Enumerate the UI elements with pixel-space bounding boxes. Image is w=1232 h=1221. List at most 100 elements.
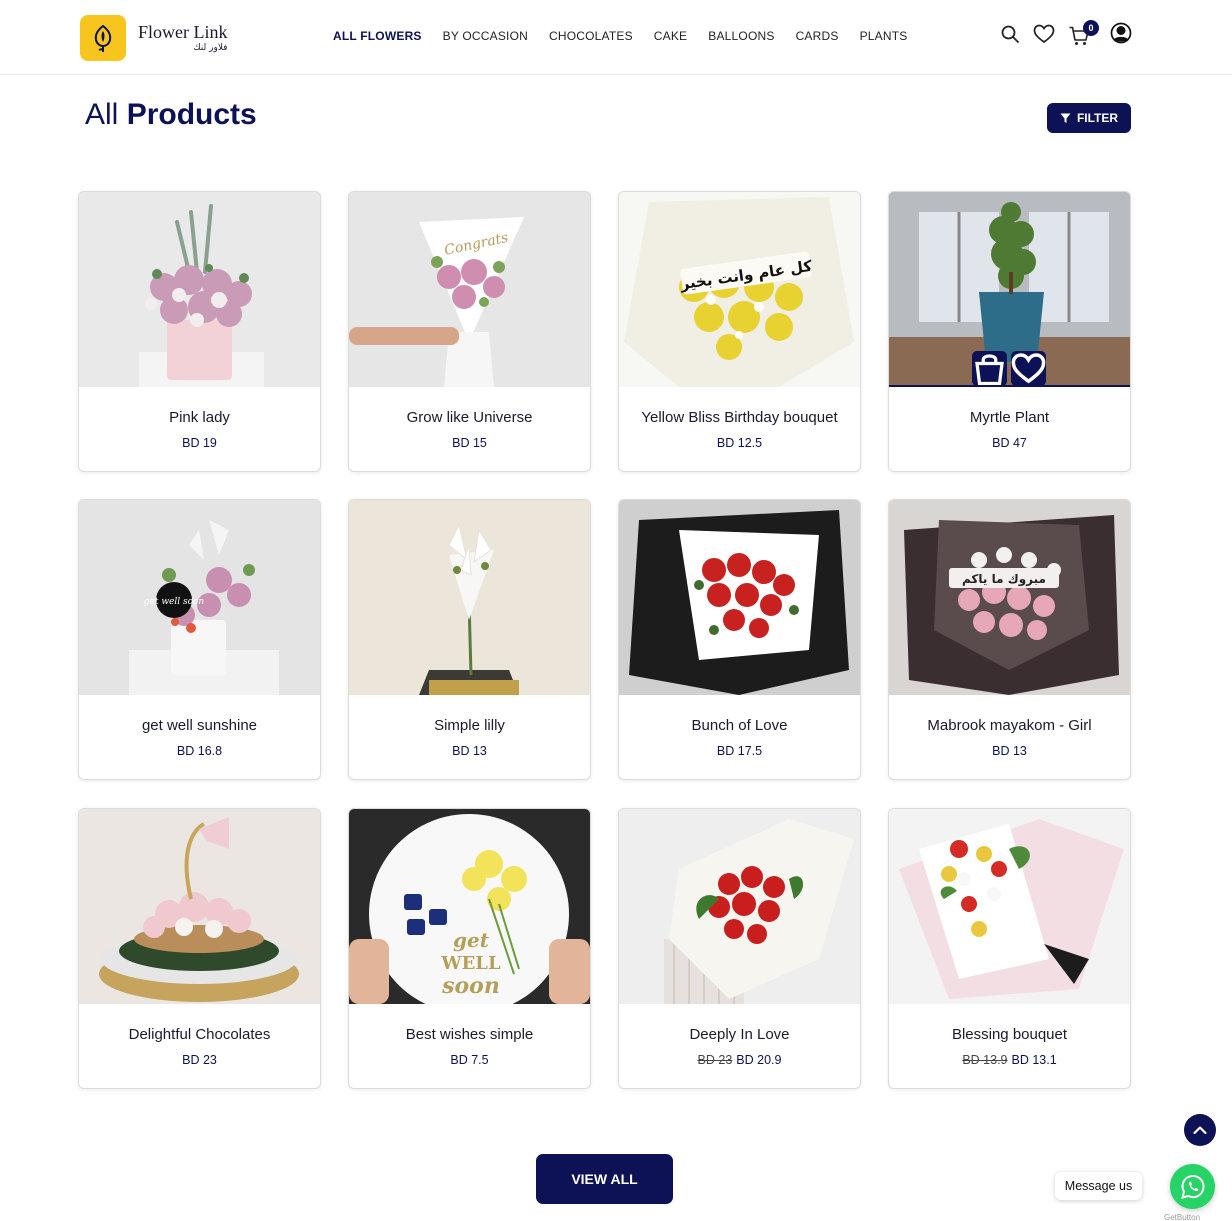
product-card[interactable]: Deeply In Love BD 23 BD 20.9 xyxy=(618,808,861,1089)
search-icon[interactable] xyxy=(998,22,1022,46)
product-image[interactable] xyxy=(619,500,860,695)
product-image[interactable]: Congrats xyxy=(349,192,590,387)
product-price: BD 13.9 BD 13.1 xyxy=(889,1053,1130,1067)
product-name[interactable]: Pink lady xyxy=(79,409,320,426)
product-image[interactable] xyxy=(349,500,590,695)
current-price: BD 13 xyxy=(452,744,487,758)
product-name[interactable]: Grow like Universe xyxy=(349,409,590,426)
current-price: BD 12.5 xyxy=(716,436,763,450)
heart-icon[interactable] xyxy=(1032,22,1056,46)
logo-name-en: Flower Link xyxy=(138,22,228,42)
view-all-button[interactable]: VIEW ALL xyxy=(536,1154,673,1204)
nav-item-all-flowers[interactable]: ALL FLOWERS xyxy=(333,29,422,43)
add-to-wishlist-button[interactable] xyxy=(1011,351,1046,386)
scroll-to-top-button[interactable] xyxy=(1184,1114,1216,1146)
product-card[interactable]: get well soon get well sunshine BD 16.8 xyxy=(78,499,321,780)
image-text-get: get xyxy=(453,928,490,952)
current-price: BD 13.1 xyxy=(1011,1053,1057,1067)
product-card[interactable]: get WELL soon Best wishes simple BD 7.5 xyxy=(348,808,591,1089)
current-price: BD 17.5 xyxy=(716,744,763,758)
product-image[interactable]: كل عام وانت بخير xyxy=(619,192,860,387)
product-image[interactable]: get well soon xyxy=(79,500,320,695)
logo-name-ar: فلاور لنك xyxy=(193,43,228,53)
current-price: BD 20.9 xyxy=(736,1053,782,1067)
product-card[interactable]: Bunch of Love BD 17.5 xyxy=(618,499,861,780)
product-name[interactable]: Myrtle Plant xyxy=(889,409,1130,426)
product-price: BD 15 xyxy=(349,436,590,450)
current-price: BD 23 xyxy=(182,1053,217,1067)
page-title: All Products xyxy=(85,98,257,132)
filter-label: FILTER xyxy=(1076,111,1119,125)
current-price: BD 15 xyxy=(452,436,487,450)
product-card[interactable]: مبروك ما ياكم Mabrook mayakom - Girl BD … xyxy=(888,499,1131,780)
product-price: BD 12.5 xyxy=(619,436,860,450)
product-name[interactable]: Blessing bouquet xyxy=(889,1026,1130,1043)
heart-icon xyxy=(1011,353,1046,384)
product-price: BD 7.5 xyxy=(349,1053,590,1067)
product-name[interactable]: Mabrook mayakom - Girl xyxy=(889,717,1130,734)
nav-item-chocolates[interactable]: CHOCOLATES xyxy=(549,29,633,43)
main-nav: ALL FLOWERS BY OCCASION CHOCOLATES CAKE … xyxy=(333,29,928,43)
product-image[interactable] xyxy=(619,809,860,1004)
image-text-getwell: get well soon xyxy=(144,597,205,607)
product-card[interactable]: Delightful Chocolates BD 23 xyxy=(78,808,321,1089)
add-to-cart-button[interactable] xyxy=(972,351,1007,386)
product-name[interactable]: Delightful Chocolates xyxy=(79,1026,320,1043)
product-name[interactable]: get well sunshine xyxy=(79,717,320,734)
product-card[interactable]: كل عام وانت بخير Yellow Bliss Birthday b… xyxy=(618,191,861,472)
old-price: BD 13.9 xyxy=(962,1053,1008,1067)
image-text-soon: soon xyxy=(441,973,500,999)
product-name[interactable]: Deeply In Love xyxy=(619,1026,860,1043)
nav-item-cards[interactable]: CARDS xyxy=(796,29,839,43)
page-title-light: All xyxy=(85,98,119,131)
product-image[interactable] xyxy=(889,809,1130,1004)
product-card[interactable]: Simple lilly BD 13 xyxy=(348,499,591,780)
product-card[interactable]: Blessing bouquet BD 13.9 BD 13.1 xyxy=(888,808,1131,1089)
product-name[interactable]: Yellow Bliss Birthday bouquet xyxy=(619,409,860,426)
product-name[interactable]: Simple lilly xyxy=(349,717,590,734)
header-icons: 0 xyxy=(998,20,1138,48)
filter-icon xyxy=(1060,113,1071,123)
product-price: BD 23 xyxy=(79,1053,320,1067)
product-image[interactable] xyxy=(889,192,1130,387)
tulip-logo-icon xyxy=(80,15,126,61)
cart-count-badge: 0 xyxy=(1083,20,1099,36)
product-image[interactable]: مبروك ما ياكم xyxy=(889,500,1130,695)
message-us-label[interactable]: Message us xyxy=(1055,1172,1142,1200)
bag-icon xyxy=(975,354,1004,386)
product-image[interactable]: get WELL soon xyxy=(349,809,590,1004)
product-card[interactable]: Pink lady BD 19 xyxy=(78,191,321,472)
product-price: BD 16.8 xyxy=(79,744,320,758)
product-name[interactable]: Bunch of Love xyxy=(619,717,860,734)
product-image[interactable] xyxy=(79,809,320,1004)
nav-item-by-occasion[interactable]: BY OCCASION xyxy=(443,29,528,43)
user-icon[interactable] xyxy=(1109,21,1133,45)
product-price: BD 13 xyxy=(889,744,1130,758)
nav-item-balloons[interactable]: BALLOONS xyxy=(708,29,774,43)
image-text-well: WELL xyxy=(440,953,501,974)
hover-indicator xyxy=(889,385,1130,387)
product-price: BD 17.5 xyxy=(619,744,860,758)
page-title-bold: Products xyxy=(126,98,257,131)
product-price: BD 23 BD 20.9 xyxy=(619,1053,860,1067)
product-card[interactable]: Myrtle Plant BD 47 xyxy=(888,191,1131,472)
cart-icon[interactable]: 0 xyxy=(1067,20,1099,48)
nav-item-cake[interactable]: CAKE xyxy=(654,29,687,43)
chevron-up-icon xyxy=(1193,1126,1207,1135)
product-price: BD 19 xyxy=(79,436,320,450)
getbutton-credit[interactable]: GetButton xyxy=(1164,1213,1200,1221)
current-price: BD 7.5 xyxy=(450,1053,489,1067)
old-price: BD 23 xyxy=(697,1053,733,1067)
whatsapp-button[interactable] xyxy=(1170,1164,1215,1209)
quick-actions xyxy=(972,351,1046,386)
product-image[interactable] xyxy=(79,192,320,387)
logo[interactable]: Flower Link فلاور لنك xyxy=(80,14,240,62)
product-card[interactable]: Congrats Grow like Universe BD 15 xyxy=(348,191,591,472)
product-name[interactable]: Best wishes simple xyxy=(349,1026,590,1043)
filter-button[interactable]: FILTER xyxy=(1047,103,1131,133)
image-text-arabic: مبروك ما ياكم xyxy=(962,572,1046,587)
current-price: BD 13 xyxy=(992,744,1027,758)
nav-item-plants[interactable]: PLANTS xyxy=(860,29,908,43)
logo-text: Flower Link فلاور لنك xyxy=(138,23,228,53)
product-price: BD 47 xyxy=(889,436,1130,450)
